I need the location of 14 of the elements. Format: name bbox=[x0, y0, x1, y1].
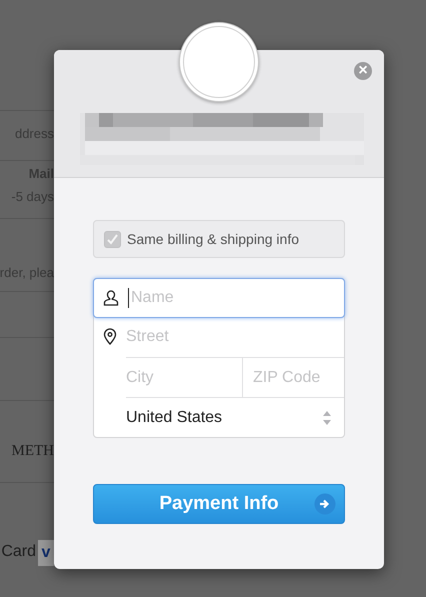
zip-code-field[interactable]: ZIP Code bbox=[243, 358, 343, 397]
country-select[interactable]: United States bbox=[126, 397, 344, 437]
person-icon bbox=[102, 289, 120, 307]
sort-arrows-icon bbox=[322, 410, 332, 426]
background-text: Card bbox=[1, 542, 36, 562]
background-text: METH bbox=[12, 442, 54, 461]
location-pin-icon bbox=[103, 328, 117, 346]
card-badge: v bbox=[38, 540, 54, 566]
street-field[interactable]: Street bbox=[126, 317, 344, 357]
city-field[interactable]: City bbox=[126, 358, 243, 397]
checkbox[interactable] bbox=[104, 230, 121, 248]
name-field[interactable]: Name bbox=[93, 278, 345, 318]
name-input[interactable]: Name bbox=[131, 286, 344, 310]
same-billing-checkbox-row[interactable]: Same billing & shipping info bbox=[93, 220, 345, 258]
